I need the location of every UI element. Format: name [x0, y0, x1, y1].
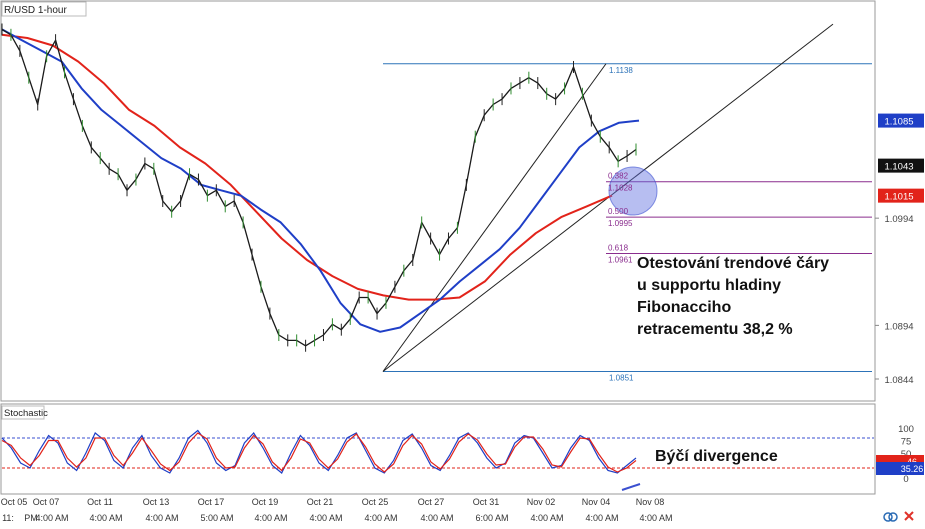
fib-price-label: 1.1138 [609, 66, 633, 75]
x-time-label: 4:00 AM [364, 513, 397, 523]
stochastic-y-tick: 0 [903, 474, 908, 485]
x-date-label: Oct 13 [143, 497, 170, 507]
y-tick-label: 1.1085 [884, 117, 913, 128]
fib-price-label: 1.1028 [608, 184, 633, 193]
main-panel [0, 0, 876, 402]
chart-title: R/USD 1-hour [4, 5, 67, 16]
fib-price-label: 1.0851 [609, 373, 634, 382]
x-time-label: 4:00 AM [89, 513, 122, 523]
fib-ratio-label: 0.382 [608, 172, 629, 181]
stochastic-y-tick: 75 [901, 437, 912, 448]
annotation-line-4: retracementu 38,2 % [637, 321, 793, 338]
x-date-label: Nov 04 [582, 497, 611, 507]
x-time-label: 4:00 AM [35, 513, 68, 523]
x-date-label: Oct 27 [418, 497, 445, 507]
x-time-label: 4:00 AM [530, 513, 563, 523]
x-date-label: Oct 17 [198, 497, 225, 507]
x-date-label: Oct 19 [252, 497, 279, 507]
fib-price-label: 1.0995 [608, 219, 633, 228]
fib-price-label: 1.0961 [608, 256, 633, 265]
stochastic-value-label: 35.26 [901, 464, 924, 474]
x-date-label: Oct 25 [362, 497, 389, 507]
fib-ratio-label: 0.500 [608, 207, 629, 216]
x-date-label: Nov 08 [636, 497, 665, 507]
x-time-label: 6:00 AM [475, 513, 508, 523]
x-date-label: Oct 21 [307, 497, 334, 507]
chart-canvas: 1.1138 1.0851 0.382 1.1028 0.500 1.0995 0.618 1… [0, 0, 924, 523]
x-time-label: 4:00 AM [585, 513, 618, 523]
x-date-label: Oct 31 [473, 497, 500, 507]
x-date-label: Nov 02 [527, 497, 556, 507]
x-time-label: 4:00 AM [254, 513, 287, 523]
annotation-line-2: u supportu hladiny [637, 277, 781, 294]
x-date-label: Oct 05 [1, 497, 28, 507]
y-tick-label: 1.0994 [884, 214, 913, 225]
x-time-label: 4:00 AM [309, 513, 342, 523]
x-time-label: 4:00 AM [145, 513, 178, 523]
stochastic-y-tick: 100 [898, 424, 914, 435]
x-date-label: Oct 07 [33, 497, 60, 507]
x-date-label: Oct 11 [87, 497, 113, 507]
stochastic-title: Stochastic [4, 408, 48, 419]
close-icon[interactable] [904, 511, 914, 521]
x-time-label: 11: [2, 513, 14, 523]
annotation-divergence: Býčí divergence [655, 448, 778, 465]
fib-ratio-label: 0.618 [608, 244, 629, 253]
y-tick-label: 1.1015 [884, 192, 913, 203]
y-tick-label: 1.0844 [884, 375, 913, 386]
y-tick-label: 1.0894 [884, 321, 913, 332]
x-time-label: 4:00 AM [639, 513, 672, 523]
x-time-label: 5:00 AM [200, 513, 233, 523]
link-icon[interactable] [883, 512, 898, 522]
x-time-label: 4:00 AM [420, 513, 453, 523]
y-tick-label: 1.1043 [884, 162, 913, 173]
annotation-line-1: Otestování trendové čáry [637, 255, 829, 272]
annotation-line-3: Fibonacciho [637, 299, 731, 316]
